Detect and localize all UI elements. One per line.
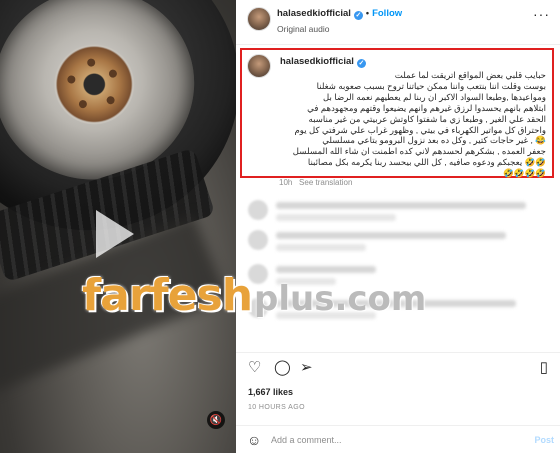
post-sidebar: halasedkiofficial ✓ • Follow Original audio…: [236, 0, 560, 453]
likes-count[interactable]: 1,667 likes: [248, 387, 293, 397]
watermark-suffix: plus.com: [254, 279, 427, 319]
emoji-icon[interactable]: ☺: [247, 432, 261, 448]
play-icon[interactable]: [96, 210, 134, 258]
more-options-icon[interactable]: ···: [533, 6, 550, 22]
post-actions: ♡ ◯ ➢ ▯: [236, 352, 560, 383]
post-header: halasedkiofficial ✓ • Follow Original audio…: [236, 0, 560, 45]
share-icon[interactable]: ➢: [300, 360, 313, 375]
separator-dot: •: [365, 8, 370, 18]
caption-username[interactable]: halasedkiofficial: [280, 56, 354, 67]
author-avatar[interactable]: [247, 7, 271, 31]
post-comment-button[interactable]: Post: [534, 435, 554, 445]
comment-bar: ☺ Add a comment... Post: [236, 425, 560, 454]
caption-meta: 10h See translation: [279, 178, 352, 187]
blurred-comment: [244, 228, 550, 258]
post-video[interactable]: 🔇: [0, 0, 236, 453]
instagram-post-view: 🔇 halasedkiofficial ✓ • Follow Original aud…: [0, 0, 560, 453]
original-audio-link[interactable]: Original audio: [277, 24, 329, 34]
post-timestamp: 10 HOURS AGO: [248, 404, 305, 411]
mute-icon[interactable]: 🔇: [207, 411, 225, 429]
caption-age: 10h: [279, 178, 293, 187]
follow-button[interactable]: Follow: [372, 8, 402, 19]
site-watermark: farfesh plus.com: [82, 270, 462, 340]
bookmark-icon[interactable]: ▯: [540, 360, 548, 375]
verified-badge-icon: ✓: [356, 59, 366, 68]
blurred-comment: [244, 198, 550, 228]
wheel-hub: [49, 39, 140, 130]
comment-icon[interactable]: ◯: [274, 360, 291, 375]
caption-highlight: halasedkiofficial ✓ حبايب قلبي بعض المواق…: [240, 48, 554, 178]
watermark-brand: farfesh: [82, 270, 253, 321]
verified-badge-icon: ✓: [353, 11, 363, 20]
see-translation-link[interactable]: See translation: [299, 178, 352, 187]
author-username[interactable]: halasedkiofficial: [277, 8, 351, 19]
comment-input[interactable]: Add a comment...: [271, 435, 342, 445]
caption-text: حبايب قلبي بعض المواقع اتريقت لما عملت ب…: [292, 70, 546, 179]
heart-icon[interactable]: ♡: [248, 360, 261, 375]
